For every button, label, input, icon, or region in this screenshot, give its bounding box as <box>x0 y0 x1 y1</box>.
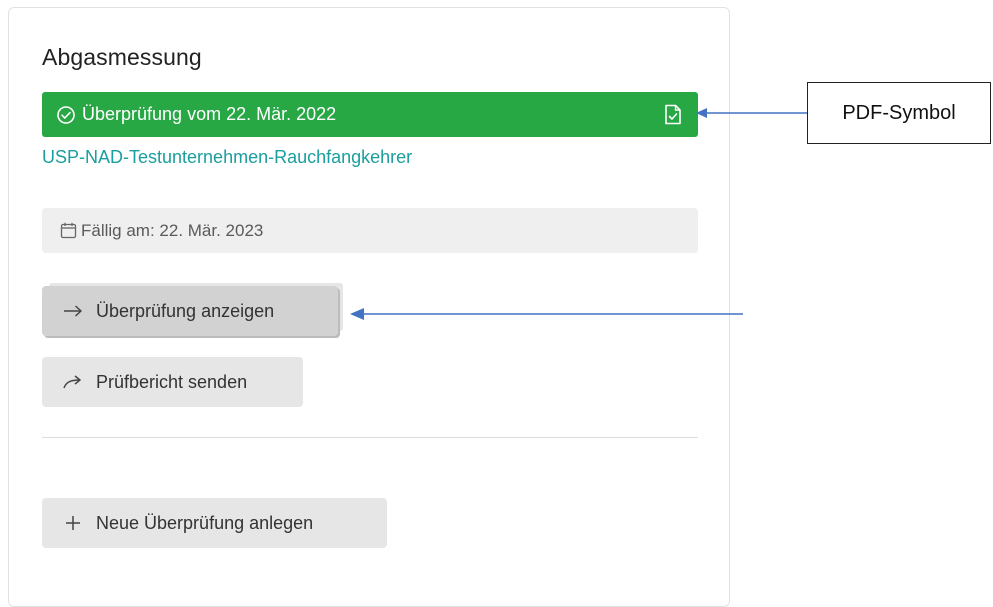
company-link[interactable]: USP-NAD-Testunternehmen-Rauchfangkehrer <box>42 147 412 168</box>
show-inspection-label: Überprüfung anzeigen <box>96 300 275 321</box>
pdf-symbol-callout: PDF-Symbol <box>807 82 991 144</box>
due-date-label: Fällig am: 22. Mär. 2023 <box>81 220 264 240</box>
send-report-label: Prüfbericht senden <box>96 371 248 392</box>
plus-icon <box>62 515 84 531</box>
section-divider <box>42 437 698 438</box>
new-inspection-button[interactable]: Neue Überprüfung anlegen <box>42 498 387 548</box>
inspection-label: Überprüfung vom 22. Mär. 2022 <box>82 104 337 124</box>
new-inspection-label: Neue Überprüfung anlegen <box>96 512 314 533</box>
arrow-right-icon <box>62 303 84 319</box>
calendar-icon <box>60 222 77 239</box>
check-circle-icon <box>56 105 76 125</box>
show-inspection-button[interactable]: Überprüfung anzeigen <box>42 286 338 336</box>
due-date-box: Fällig am: 22. Mär. 2023 <box>42 208 698 253</box>
card-title: Abgasmessung <box>42 44 202 70</box>
send-report-button[interactable]: Prüfbericht senden <box>42 357 303 407</box>
share-arrow-icon <box>62 374 84 390</box>
pdf-document-icon[interactable] <box>664 104 682 125</box>
inspection-status-bar[interactable]: Überprüfung vom 22. Mär. 2022 <box>42 92 698 137</box>
